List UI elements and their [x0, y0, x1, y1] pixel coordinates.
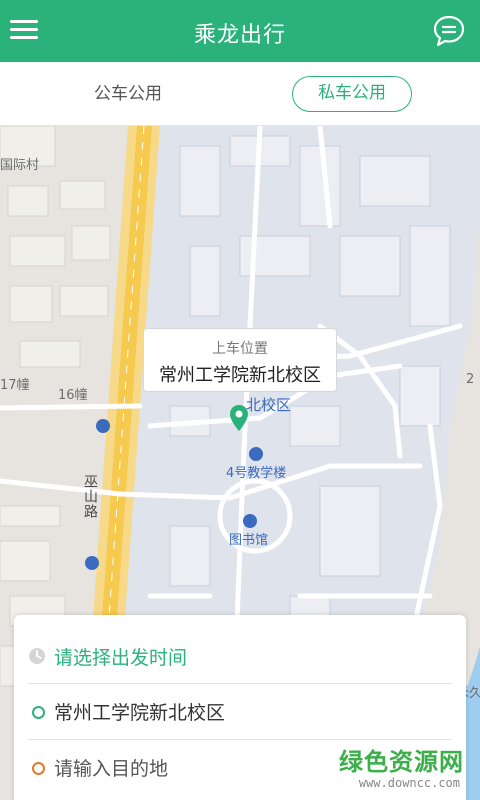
destination-dot-icon — [32, 762, 45, 775]
map-label-bldg16: 16幢 — [58, 388, 88, 403]
clock-icon — [28, 647, 46, 665]
departure-time-label: 请选择出发时间 — [54, 647, 188, 669]
app-header: 乘龙出行 — [0, 0, 480, 62]
pickup-callout[interactable]: 上车位置 常州工学院新北校区 — [143, 328, 337, 392]
chat-icon[interactable] — [432, 14, 466, 48]
tab-public-car[interactable]: 公车公用 — [68, 76, 188, 112]
pickup-callout-title: 常州工学院新北校区 — [159, 365, 321, 386]
destination-input[interactable]: 请输入目的地 — [54, 754, 168, 781]
origin-text: 常州工学院新北校区 — [54, 702, 226, 724]
page-title: 乘龙出行 — [193, 23, 286, 48]
tab-private-car[interactable]: 私车公用 — [292, 76, 412, 112]
pickup-callout-subtitle: 上车位置 — [212, 341, 268, 357]
map-label-campus: 北校区 — [246, 396, 292, 414]
map-label-right-number: 2 — [466, 372, 475, 387]
origin-row[interactable]: 常州工学院新北校区 — [28, 683, 452, 737]
tab-bar: 公车公用 私车公用 — [0, 62, 480, 126]
map-label-road: 巫山路 — [82, 474, 98, 519]
map-label-teaching-building: 4号教学楼 — [226, 466, 287, 481]
location-pin-icon — [229, 404, 249, 432]
map-label-village: 国际村 — [0, 158, 40, 173]
map-label-library: 图书馆 — [229, 533, 269, 548]
watermark-name: 绿色资源网 — [339, 748, 464, 776]
map-label-bldg17: 17幢 — [0, 378, 30, 393]
watermark-url: www.downcc.com — [358, 776, 460, 790]
origin-dot-icon — [32, 706, 45, 719]
departure-time-row[interactable]: 请选择出发时间 — [28, 629, 452, 683]
watermark: 绿色资源网 www.downcc.com — [312, 742, 480, 800]
